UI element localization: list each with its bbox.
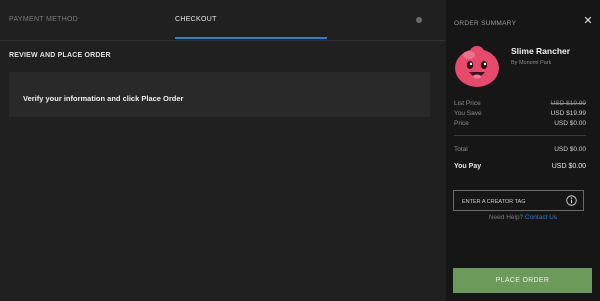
checkout-tabs: PAYMENT METHOD CHECKOUT	[0, 0, 445, 41]
close-icon[interactable]: ✕	[581, 14, 595, 28]
tab-payment-method[interactable]: PAYMENT METHOD	[9, 16, 78, 23]
game-art-slime-icon	[455, 46, 499, 87]
verify-text: Verify your information and click Place …	[23, 94, 184, 103]
creator-tag-input[interactable]	[454, 191, 574, 212]
checkout-main-panel: PAYMENT METHOD CHECKOUT REVIEW AND PLACE…	[0, 0, 445, 301]
game-title: Slime Rancher	[511, 46, 571, 56]
you-pay-label: You Pay	[454, 163, 482, 170]
verify-info-box: Verify your information and click Place …	[9, 72, 430, 117]
total-label: Total	[454, 146, 468, 153]
place-order-button[interactable]: PLACE ORDER	[453, 268, 592, 293]
you-save-label: You Save	[454, 110, 482, 117]
price-row: Price USD $0.00	[454, 120, 586, 127]
info-icon[interactable]	[566, 195, 577, 206]
you-pay-value: USD $0.00	[551, 163, 586, 170]
tab-checkout[interactable]: CHECKOUT	[175, 16, 217, 23]
total-row: Total USD $0.00	[454, 146, 586, 153]
price-value: USD $0.00	[554, 120, 586, 127]
list-price-value: USD $19.99	[550, 100, 586, 107]
order-summary-panel: ORDER SUMMARY ✕ Slime Rancher By Monomi …	[446, 0, 600, 301]
you-save-value: USD $19.99	[550, 110, 586, 117]
list-price-label: List Price	[454, 100, 481, 107]
list-price-row: List Price USD $19.99	[454, 100, 586, 107]
summary-divider	[454, 135, 586, 136]
creator-tag-field	[453, 190, 584, 212]
you-pay-row: You Pay USD $0.00	[454, 163, 586, 170]
game-developer: By Monomi Park	[511, 60, 552, 66]
price-label: Price	[454, 120, 469, 127]
settings-dot-icon[interactable]	[416, 17, 422, 23]
contact-us-link[interactable]: Contact Us	[525, 214, 557, 221]
active-tab-indicator	[175, 37, 327, 39]
review-heading: REVIEW AND PLACE ORDER	[9, 52, 111, 59]
you-save-row: You Save USD $19.99	[454, 110, 586, 117]
total-value: USD $0.00	[554, 146, 586, 153]
help-text: Need Help?	[488, 214, 524, 221]
help-line: Need Help? Contact Us	[446, 214, 600, 221]
order-summary-title: ORDER SUMMARY	[454, 20, 517, 27]
